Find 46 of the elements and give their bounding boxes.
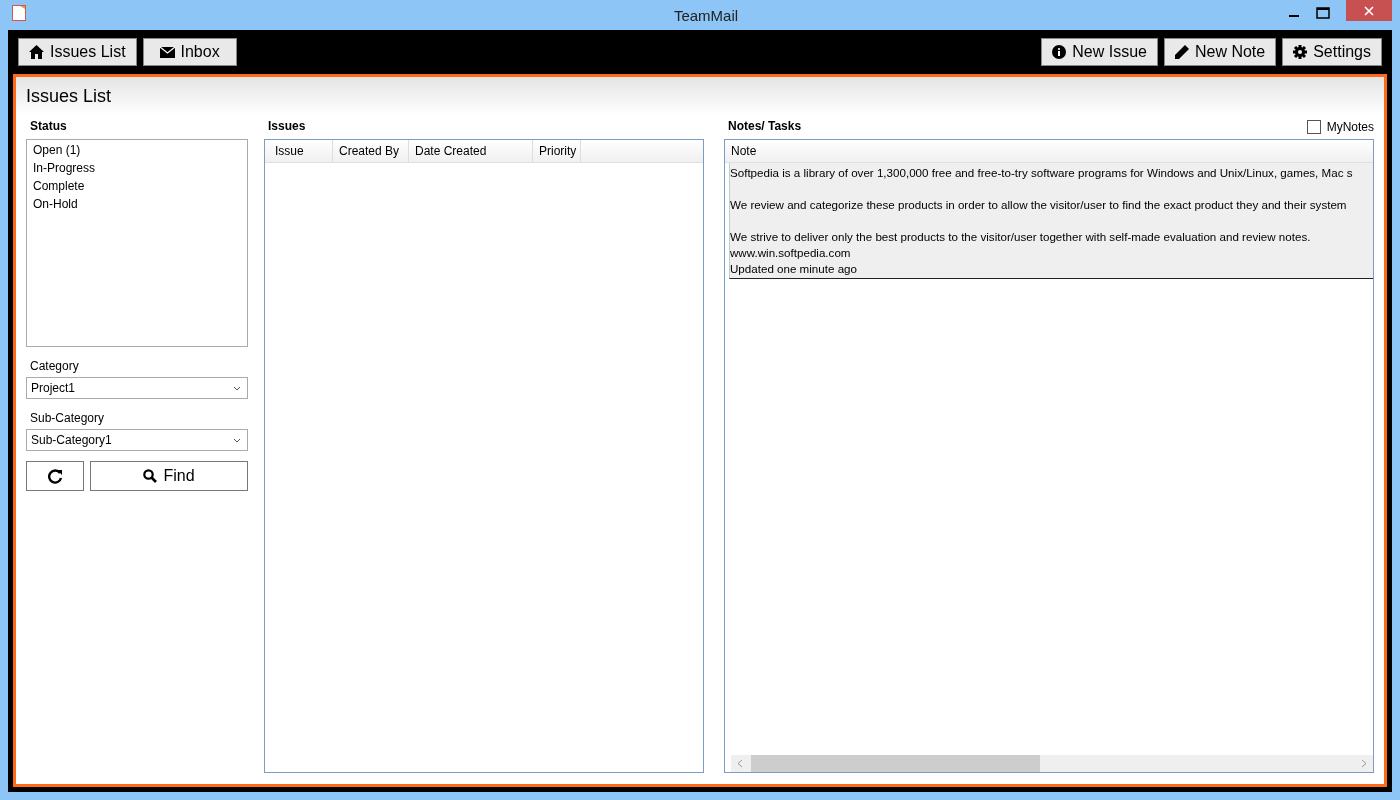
envelope-icon — [159, 46, 175, 58]
home-icon — [29, 45, 44, 59]
note-text: Updated one minute ago — [730, 261, 858, 277]
status-heading: Status — [29, 119, 68, 135]
category-dropdown[interactable]: Project1 — [26, 377, 248, 399]
column-header[interactable]: Created By — [333, 140, 409, 162]
app-icon — [12, 5, 26, 21]
pencil-icon — [1174, 45, 1189, 59]
sub-category-label: Sub-Category — [30, 411, 106, 425]
close-button[interactable] — [1346, 0, 1392, 21]
note-text: We review and categorize these products in order to allow the visitor/user to find the exact product they and their system — [730, 197, 1348, 213]
settings-icon — [1293, 45, 1308, 59]
column-header[interactable]: Note — [729, 140, 763, 162]
status-item[interactable]: In-Progress — [33, 161, 241, 175]
refresh-button[interactable] — [26, 461, 84, 491]
my-notes-label: MyNotes — [1326, 120, 1374, 134]
note-row[interactable] — [729, 163, 1373, 279]
toolbar-button[interactable]: Issues List — [18, 38, 137, 66]
column-header[interactable]: Date Created — [409, 140, 533, 162]
note-text: www.win.softpedia.com — [730, 245, 852, 261]
window-title: TeamMail — [673, 6, 739, 24]
status-item[interactable]: Complete — [33, 179, 241, 193]
note-text: We strive to deliver only the best products to the visitor/user together with self-made evaluation and review notes. — [730, 229, 1312, 245]
status-item[interactable]: Open (1) — [33, 143, 241, 157]
info-icon — [1052, 45, 1067, 59]
column-header[interactable]: Issue — [269, 140, 333, 162]
note-text: Softpedia is a library of over 1,300,000 free and free-to-try software programs for Windows and Unix/Linux, games, Mac s — [730, 165, 1354, 181]
issues-heading: Issues — [267, 119, 307, 135]
page-title: Issues List — [26, 85, 112, 107]
find-button[interactable]: Find — [90, 461, 248, 491]
checkbox[interactable] — [1306, 120, 1321, 134]
category-label: Category — [30, 359, 80, 373]
close-icon — [1364, 5, 1374, 16]
refresh-icon — [47, 468, 63, 484]
search-icon — [143, 469, 158, 483]
chevron-down-icon — [233, 437, 241, 443]
toolbar-button[interactable]: New Note — [1163, 38, 1277, 66]
maximize-icon[interactable] — [1316, 7, 1330, 19]
toolbar-button[interactable]: Inbox — [142, 38, 237, 66]
column-header[interactable]: Priority — [533, 140, 581, 162]
notes-heading: Notes/ Tasks — [727, 119, 802, 135]
status-item[interactable]: On-Hold — [33, 197, 241, 211]
toolbar-button[interactable]: Settings — [1282, 38, 1382, 66]
chevron-down-icon — [233, 385, 241, 391]
toolbar-button[interactable]: New Issue — [1041, 38, 1158, 66]
sub-category-dropdown[interactable]: Sub-Category1 — [26, 429, 248, 451]
